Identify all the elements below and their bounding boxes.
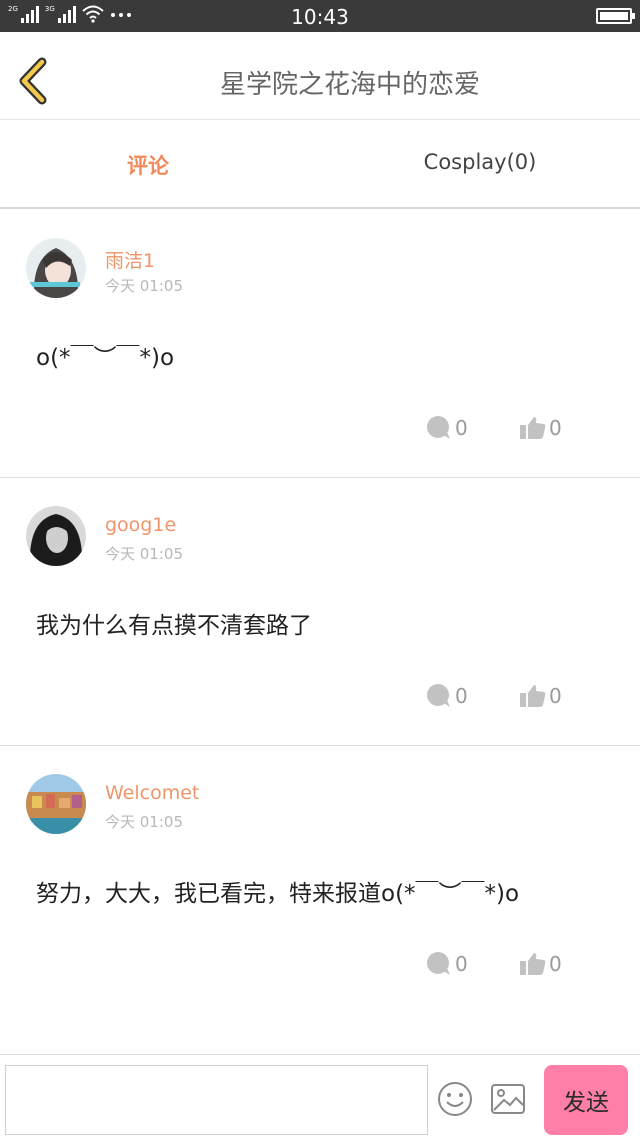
- comment-item: goog1e 今天 01:05 我为什么有点摸不清套路了 0 0: [0, 478, 640, 746]
- comment-bubble-icon: [427, 684, 450, 707]
- comment-text: 努力，大大，我已看完，特来报道o(*￣︶￣*)o: [36, 881, 520, 907]
- comment-time: 今天 01:05: [105, 277, 183, 295]
- comment-item: 雨洁1 今天 01:05 o(*￣︶￣*)o 0 0: [0, 210, 640, 478]
- reply-button[interactable]: 0: [426, 952, 468, 976]
- thumbs-up-icon: [520, 417, 546, 439]
- back-arrow-icon[interactable]: [14, 56, 54, 106]
- like-count: 0: [549, 684, 562, 708]
- reply-count: 0: [455, 952, 468, 976]
- status-bar: 2G 3G 10:43: [0, 0, 640, 32]
- comment-bubble-icon: [427, 416, 450, 439]
- nav-bar: 星学院之花海中的恋爱: [0, 32, 640, 120]
- reply-button[interactable]: 0: [426, 684, 468, 708]
- status-time: 10:43: [291, 5, 349, 29]
- reply-button[interactable]: 0: [426, 416, 468, 440]
- reply-count: 0: [455, 416, 468, 440]
- page-title: 星学院之花海中的恋爱: [219, 70, 480, 100]
- send-button[interactable]: 发送: [544, 1065, 628, 1135]
- thumbs-up-icon: [520, 953, 546, 975]
- battery-icon: [596, 8, 635, 24]
- tab-comments[interactable]: 评论: [0, 150, 308, 180]
- comment-username[interactable]: 雨洁1: [105, 246, 155, 273]
- comment-bubble-icon: [427, 952, 450, 975]
- like-button[interactable]: 0: [520, 416, 562, 440]
- like-count: 0: [549, 416, 562, 440]
- avatar[interactable]: [26, 774, 86, 834]
- emoji-icon[interactable]: [437, 1081, 473, 1117]
- tab-cosplay[interactable]: Cosplay(0): [320, 150, 640, 174]
- image-icon[interactable]: [490, 1083, 526, 1115]
- thumbs-up-icon: [520, 685, 546, 707]
- like-button[interactable]: 0: [520, 952, 562, 976]
- comment-time: 今天 01:05: [105, 545, 183, 563]
- avatar[interactable]: [26, 506, 86, 566]
- tab-bar: 评论 Cosplay(0): [0, 120, 640, 209]
- comment-text: 我为什么有点摸不清套路了: [36, 613, 312, 639]
- comment-composer: 发送: [0, 1054, 640, 1138]
- avatar[interactable]: [26, 238, 86, 298]
- comment-time: 今天 01:05: [105, 813, 183, 831]
- comment-username[interactable]: Welcomet: [105, 782, 199, 804]
- comment-input[interactable]: [5, 1065, 428, 1135]
- comment-username[interactable]: goog1e: [105, 514, 176, 536]
- reply-count: 0: [455, 684, 468, 708]
- comment-text: o(*￣︶￣*)o: [36, 345, 175, 371]
- comment-item: Welcomet 今天 01:05 努力，大大，我已看完，特来报道o(*￣︶￣*…: [0, 746, 640, 1014]
- like-button[interactable]: 0: [520, 684, 562, 708]
- like-count: 0: [549, 952, 562, 976]
